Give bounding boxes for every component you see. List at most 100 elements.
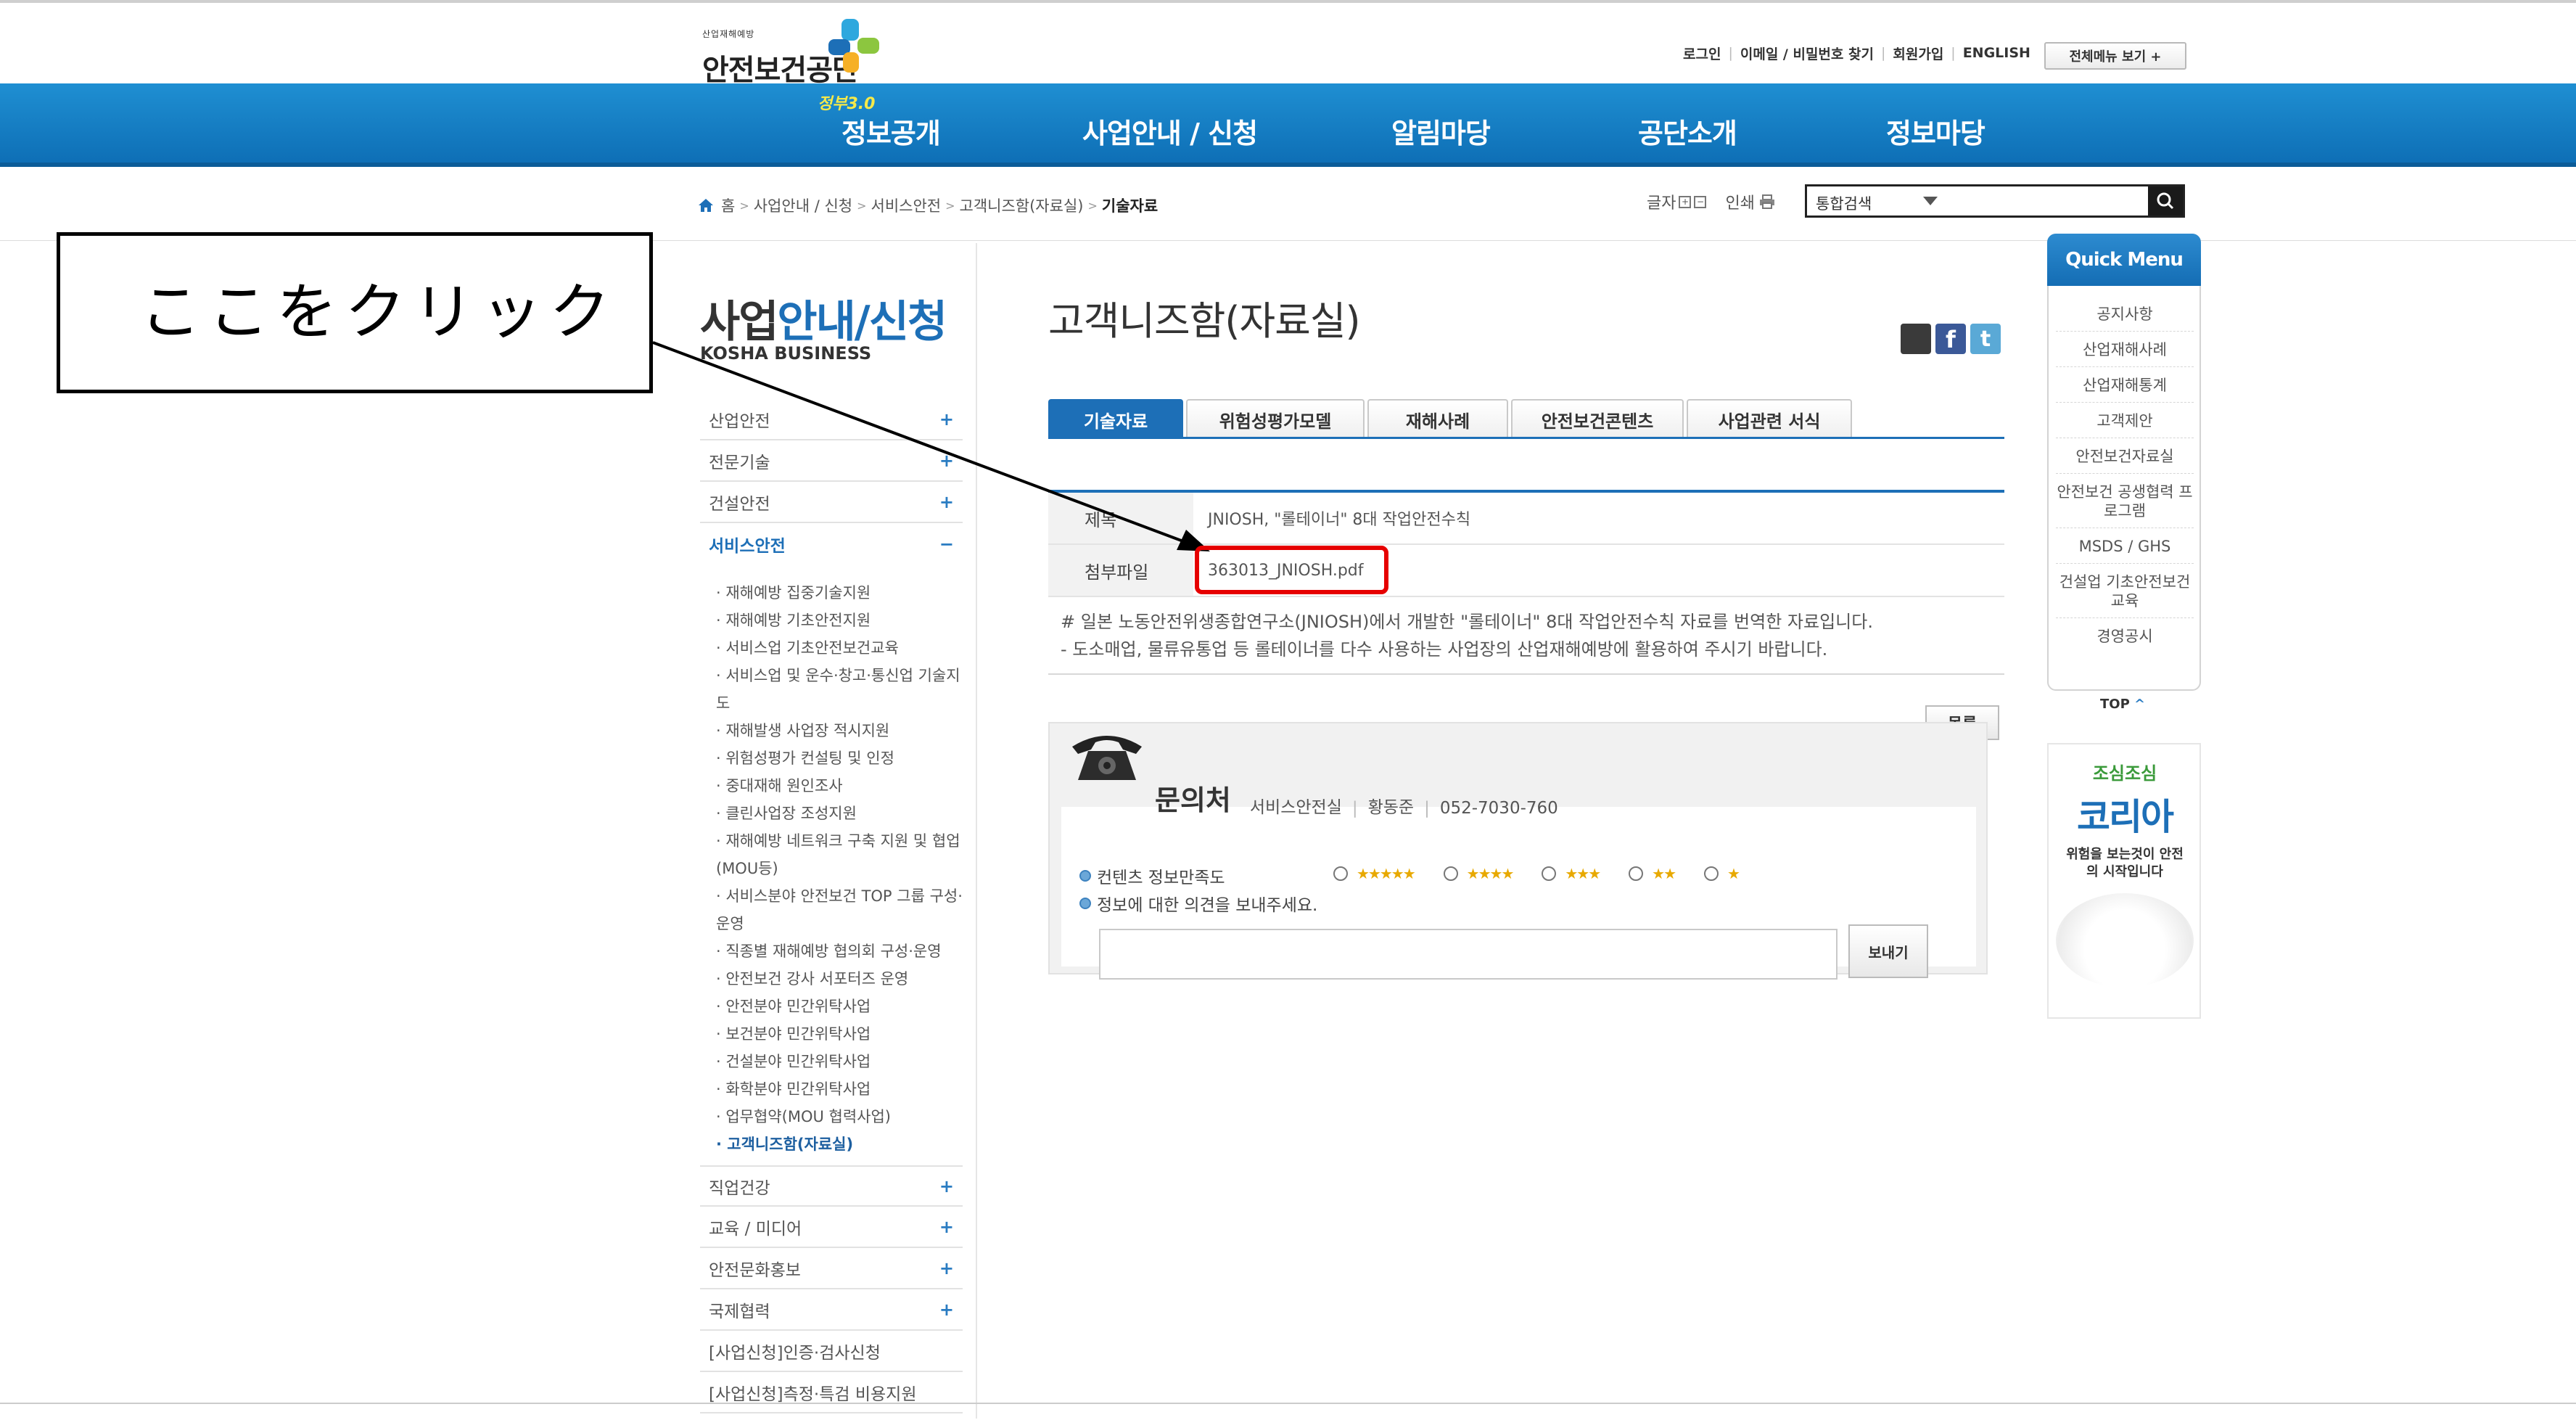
all-menu-button[interactable]: 전체메뉴 보기 + [2044, 42, 2186, 70]
rating-radio-1[interactable] [1704, 866, 1719, 881]
lnb-sub-item[interactable]: · 재해예방 집중기술지원 [716, 579, 963, 607]
subject-value: JNIOSH, "롤테이너" 8대 작업안전수칙 [1208, 511, 1471, 529]
stars-5: ★★★★★ [1357, 865, 1416, 882]
contact-person: 황동준 [1367, 798, 1415, 817]
page-tools: 글자 + − 인쇄 [1647, 190, 1775, 213]
opinion-textarea[interactable] [1099, 929, 1838, 980]
lnb-item-industrial-safety[interactable]: 산업안전 + [700, 399, 963, 440]
lnb-item-construction[interactable]: 건설안전 + [700, 482, 963, 523]
rating-radio-4[interactable] [1443, 866, 1458, 881]
tab-risk-model[interactable]: 위험성평가모델 [1186, 399, 1365, 438]
tab-accident-cases[interactable]: 재해사례 [1367, 399, 1508, 438]
join-link[interactable]: 회원가입 [1893, 44, 1943, 63]
lnb-sub-item[interactable]: · 업무협약(MOU 협력사업) [716, 1103, 963, 1130]
lnb-item-education[interactable]: 교육 / 미디어 + [700, 1207, 963, 1248]
stars-1: ★ [1727, 865, 1740, 882]
facebook-share-icon[interactable]: f [1935, 324, 1966, 354]
lnb-sub-item[interactable]: · 위험성평가 컨설팅 및 인정 [716, 744, 963, 772]
breadcrumb-customer-needs[interactable]: 고객니즈함(자료실) [960, 194, 1084, 216]
nav-item-info-open[interactable]: 정보공개 [841, 111, 941, 151]
breadcrumb-home[interactable]: 홈 [721, 194, 735, 216]
rating-radio-2[interactable] [1629, 866, 1644, 881]
send-button[interactable]: 보내기 [1848, 924, 1928, 978]
font-increase-icon[interactable]: + [1679, 195, 1692, 208]
tab-safety-contents[interactable]: 안전보건콘텐츠 [1511, 399, 1684, 438]
lnb-sub-item[interactable]: · 직종별 재해예방 협의회 구성·운영 [716, 937, 963, 965]
bullet-icon [1079, 898, 1091, 909]
search-box[interactable]: 통합검색 [1805, 184, 2185, 218]
lnb-item-health[interactable]: 직업건강 + [700, 1165, 963, 1207]
lnb-item-international[interactable]: 국제협력 + [700, 1289, 963, 1331]
location-bar [0, 171, 2576, 241]
breadcrumb-business[interactable]: 사업안내 / 신청 [754, 194, 852, 216]
lnb-sub-item[interactable]: · 보건분야 민간위탁사업 [716, 1020, 963, 1048]
contact-info: 문의처 서비스안전실 | 황동준 | 052-7030-760 [1155, 778, 1558, 818]
lnb-sub-item[interactable]: · 화학분야 민간위탁사업 [716, 1075, 963, 1103]
lnb-sub-item[interactable]: · 서비스분야 안전보건 TOP 그룹 구성·운영 [716, 882, 963, 937]
quick-menu-item[interactable]: 산업재해사례 [2056, 332, 2194, 367]
quick-menu-item[interactable]: 경영공시 [2056, 618, 2194, 653]
lnb-item-tech[interactable]: 전문기술 + [700, 440, 963, 482]
lnb-sub-item[interactable]: · 안전분야 민간위탁사업 [716, 993, 963, 1020]
banner-graphic [2056, 893, 2194, 988]
lnb-sub-item[interactable]: · 서비스업 기초안전보건교육 [716, 634, 963, 662]
site-logo[interactable]: 산업재해예방 안전보건공단 [702, 17, 891, 87]
lnb-subtitle: KOSHA BUSINESS [700, 343, 872, 364]
banner-line1: 조심조심 [2092, 763, 2157, 784]
quick-menu-item[interactable]: 산업재해통계 [2056, 367, 2194, 403]
nav-item-notice[interactable]: 알림마당 [1391, 111, 1491, 151]
lnb-item-label: [사업신청]인증·검사신청 [709, 1343, 881, 1363]
nav-item-info[interactable]: 정보마당 [1886, 111, 1986, 151]
campaign-banner[interactable]: 조심조심 코리아 위험을 보는것이 안전의 시작입니다 [2047, 743, 2201, 1019]
nav-item-about[interactable]: 공단소개 [1638, 111, 1737, 151]
bottom-border [0, 1403, 2576, 1404]
lnb-item-culture[interactable]: 안전문화홍보 + [700, 1248, 963, 1289]
expand-icon: + [939, 1257, 954, 1279]
opinion-label: 정보에 대한 의견을 보내주세요. [1097, 896, 1318, 915]
print-label[interactable]: 인쇄 [1725, 190, 1754, 213]
expand-icon: + [939, 491, 954, 512]
lnb-sub-item[interactable]: · 건설분야 민간위탁사업 [716, 1048, 963, 1075]
font-decrease-icon[interactable]: − [1694, 195, 1707, 208]
print-icon[interactable] [1759, 194, 1775, 209]
quick-menu-item[interactable]: MSDS / GHS [2056, 528, 2194, 564]
lnb-item-certification[interactable]: [사업신청]인증·검사신청 [700, 1331, 963, 1372]
lnb-sub-item-active[interactable]: · 고객니즈함(자료실) [716, 1130, 963, 1158]
lnb-sub-item[interactable]: · 서비스업 및 운수·창고·통신업 기술지도 [716, 662, 963, 717]
nav-item-business[interactable]: 사업안내 / 신청 [1082, 111, 1258, 151]
quick-menu-item[interactable]: 안전보건자료실 [2056, 438, 2194, 474]
lnb-sub-item[interactable]: · 클린사업장 조성지원 [716, 800, 963, 827]
lnb-sub-item[interactable]: · 재해예방 네트워크 구축 지원 및 협업(MOU등) [716, 827, 963, 882]
dropdown-arrow-icon[interactable] [1923, 197, 1938, 205]
lnb-sub-item[interactable]: · 재해예방 기초안전지원 [716, 607, 963, 634]
quick-menu-item[interactable]: 공지사항 [2056, 296, 2194, 332]
top-link[interactable]: TOP ^ [2100, 697, 2145, 712]
find-account-link[interactable]: 이메일 / 비밀번호 찾기 [1740, 44, 1874, 63]
quick-menu-item[interactable]: 안전보건 공생협력 프로그램 [2056, 474, 2194, 528]
home-icon[interactable] [698, 198, 714, 213]
stars-4: ★★★★ [1466, 865, 1515, 882]
lnb-sub-item[interactable]: · 안전보건 강사 서포터즈 운영 [716, 965, 963, 993]
quick-menu-item[interactable]: 고객제안 [2056, 403, 2194, 438]
detail-table: 제목 JNIOSH, "롤테이너" 8대 작업안전수칙 첨부파일 363013_… [1048, 490, 2004, 597]
search-scope-select[interactable]: 통합검색 [1816, 192, 1872, 214]
stars-3: ★★★ [1565, 865, 1601, 882]
english-link[interactable]: ENGLISH [1963, 45, 2030, 61]
quick-menu-item[interactable]: 건설업 기초안전보건교육 [2056, 564, 2194, 618]
expand-icon: + [939, 1216, 954, 1237]
banner-line3: 위험을 보는것이 안전의 시작입니다 [2066, 847, 2184, 879]
rating-radio-3[interactable] [1542, 866, 1557, 881]
tab-forms[interactable]: 사업관련 서식 [1687, 399, 1852, 438]
search-button[interactable] [2148, 186, 2183, 216]
lnb-sub-item[interactable]: · 재해발생 사업장 적시지원 [716, 717, 963, 744]
breadcrumb-service-safety[interactable]: 서비스안전 [871, 194, 942, 216]
login-link[interactable]: 로그인 [1683, 44, 1721, 63]
tab-tech-data[interactable]: 기술자료 [1048, 399, 1183, 438]
twitter-share-icon[interactable]: t [1970, 324, 2001, 354]
me2day-share-icon[interactable] [1901, 324, 1931, 354]
lnb-sub-item[interactable]: · 중대재해 원인조사 [716, 772, 963, 800]
lnb-item-service-safety[interactable]: 서비스안전 − [700, 523, 963, 565]
lnb-item-cost-support[interactable]: [사업신청]측정·특검 비용지원 [700, 1372, 963, 1413]
rating-radio-5[interactable] [1333, 866, 1348, 881]
column-divider [976, 243, 977, 1419]
